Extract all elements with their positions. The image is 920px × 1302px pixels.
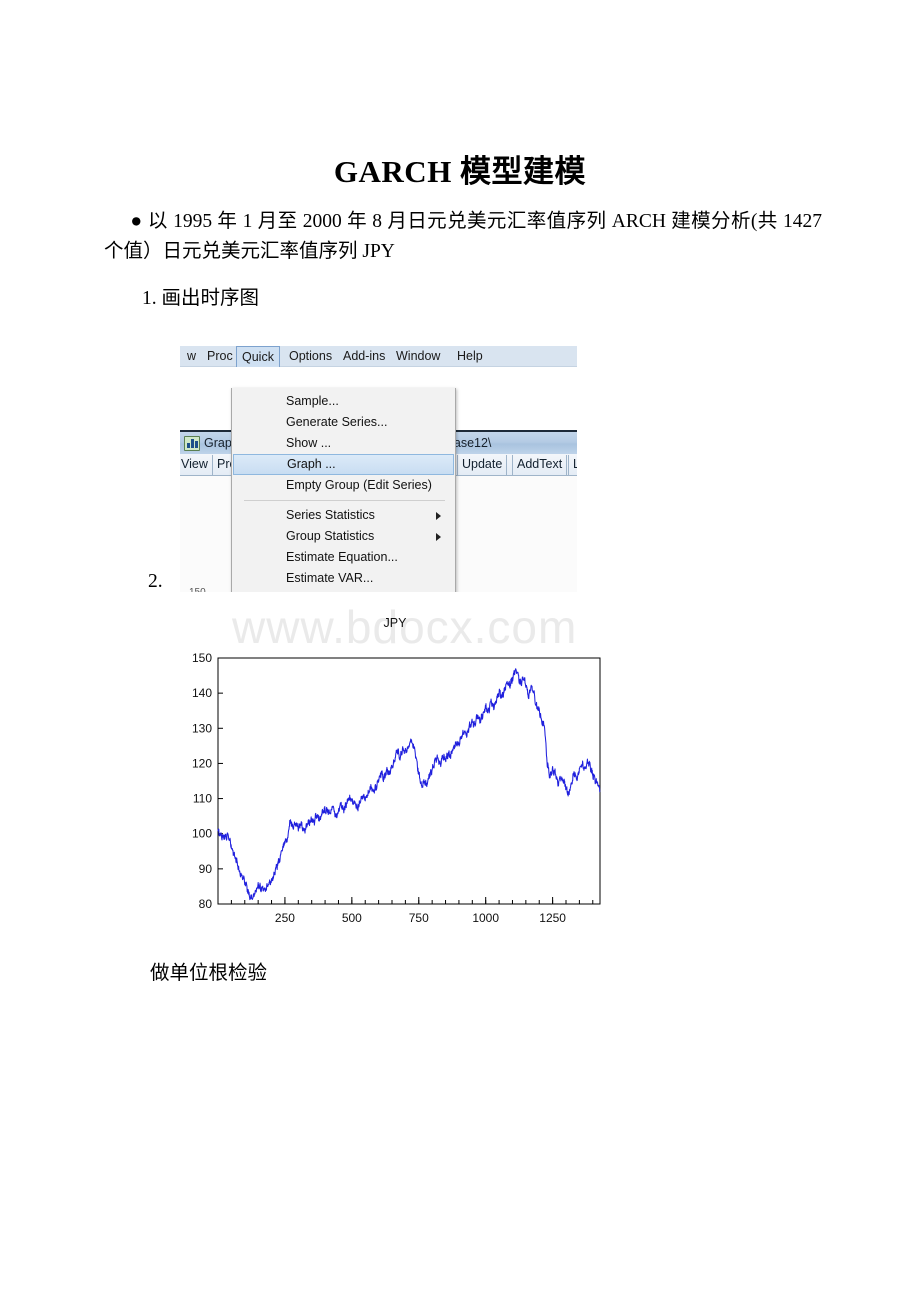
eviews-body: Grap 12::Case12\ View Pro Update AddText… <box>180 367 577 592</box>
toolbar-button-view[interactable]: View <box>180 455 213 475</box>
svg-text:1000: 1000 <box>472 911 499 925</box>
step-1-heading: 1. 画出时序图 <box>142 288 260 309</box>
svg-text:100: 100 <box>192 827 212 841</box>
menu-item-window[interactable]: Window <box>391 347 445 366</box>
menu-option-group-statistics-label: Group Statistics <box>286 529 375 543</box>
svg-text:150: 150 <box>192 651 212 665</box>
page-title: GARCH 模型建模 <box>333 154 587 189</box>
menu-option-series-statistics[interactable]: Series Statistics <box>232 505 455 526</box>
svg-text:120: 120 <box>192 756 212 770</box>
toolbar-button-l[interactable]: L <box>568 455 577 475</box>
document-page: GARCH 模型建模 ● 以 1995 年 1 月至 2000 年 8 月日元兑… <box>0 0 920 1302</box>
menu-item-addins[interactable]: Add-ins <box>338 347 390 366</box>
svg-text:250: 250 <box>275 911 295 925</box>
svg-text:750: 750 <box>409 911 429 925</box>
chevron-right-icon <box>436 512 441 520</box>
toolbar-button-update[interactable]: Update <box>457 455 508 475</box>
menu-item-options[interactable]: Options <box>284 347 337 366</box>
menu-option-sample[interactable]: Sample... <box>232 391 455 412</box>
menu-item-quick[interactable]: Quick <box>236 346 280 367</box>
intro-paragraph: ● 以 1995 年 1 月至 2000 年 8 月日元兑美元汇率值序列 ARC… <box>104 207 822 267</box>
menu-option-group-statistics[interactable]: Group Statistics <box>232 526 455 547</box>
tail-text: 做单位根检验 <box>150 963 268 984</box>
menu-item-w[interactable]: w <box>182 347 201 366</box>
step-2-heading: 2. <box>148 571 163 592</box>
menu-item-help[interactable]: Help <box>452 347 488 366</box>
svg-text:110: 110 <box>193 792 212 806</box>
menu-option-graph[interactable]: Graph ... <box>233 454 454 475</box>
menu-item-proc[interactable]: Proc <box>202 347 238 366</box>
menu-option-estimate-equation[interactable]: Estimate Equation... <box>232 547 455 568</box>
svg-text:500: 500 <box>342 911 362 925</box>
menu-separator <box>244 500 445 501</box>
toolbar-button-addtext[interactable]: AddText <box>512 455 568 475</box>
bar-chart-icon <box>184 436 200 451</box>
menu-option-series-statistics-label: Series Statistics <box>286 508 375 522</box>
svg-text:80: 80 <box>199 897 213 911</box>
eviews-menubar: w Proc Quick Options Add-ins Window Help <box>180 346 577 367</box>
menu-option-generate-series[interactable]: Generate Series... <box>232 412 455 433</box>
svg-text:90: 90 <box>199 862 213 876</box>
menu-option-show[interactable]: Show ... <box>232 433 455 454</box>
quick-dropdown-menu: Sample... Generate Series... Show ... Gr… <box>231 388 456 592</box>
chart-title: JPY <box>383 616 407 630</box>
partial-axis-label: 150 <box>189 587 206 592</box>
eviews-screenshot: w Proc Quick Options Add-ins Window Help… <box>180 346 577 592</box>
svg-text:140: 140 <box>192 686 212 700</box>
svg-text:130: 130 <box>192 721 212 735</box>
chevron-right-icon <box>436 533 441 541</box>
menu-option-estimate-var[interactable]: Estimate VAR... <box>232 568 455 589</box>
graph-window-title: Grap <box>204 436 232 450</box>
svg-text:1250: 1250 <box>539 911 566 925</box>
intro-paragraph-text: ● 以 1995 年 1 月至 2000 年 8 月日元兑美元汇率值序列 ARC… <box>104 211 822 262</box>
menu-option-empty-group[interactable]: Empty Group (Edit Series) <box>232 475 455 496</box>
